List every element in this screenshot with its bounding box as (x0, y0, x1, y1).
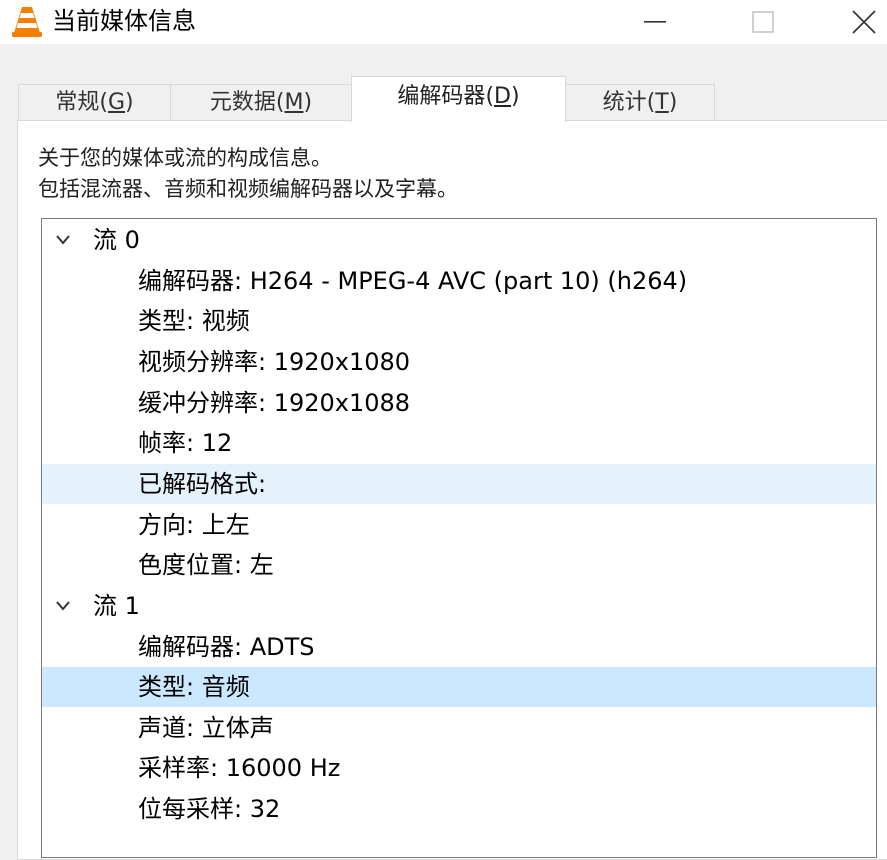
chevron-down-icon[interactable] (55, 233, 71, 247)
tree-item-text: 声道: 立体声 (138, 714, 274, 742)
window-title: 当前媒体信息 (52, 7, 196, 35)
codec-panel: 关于您的媒体或流的构成信息。 包括混流器、音频和视频编解码器以及字幕。 流 0 … (17, 120, 887, 860)
tree-item-text: 采样率: 16000 Hz (138, 754, 341, 782)
tree-item-text: 类型: 音频 (138, 673, 250, 701)
tab-metadata[interactable]: 元数据(M) (170, 84, 352, 120)
tab-mnemonic: D (494, 84, 511, 109)
maximize-icon (752, 11, 774, 33)
tab-label: 编解码器 (397, 84, 486, 109)
tree-row-hovered[interactable]: 已解码格式: (42, 464, 876, 504)
tree-row[interactable]: 采样率: 16000 Hz (42, 748, 876, 788)
tree-item-text: 位每采样: 32 (138, 795, 281, 823)
stream-label: 流 0 (93, 226, 140, 254)
tree-row[interactable]: 声道: 立体声 (42, 708, 876, 748)
tree-item-text: 色度位置: 左 (138, 551, 274, 579)
tree-row[interactable]: 编解码器: H264 - MPEG-4 AVC (part 10) (h264) (42, 261, 876, 301)
tab-general[interactable]: 常规(G) (18, 84, 171, 120)
title-bar: 当前媒体信息 (0, 0, 887, 44)
tree-row[interactable]: 位每采样: 32 (42, 789, 876, 829)
tree-item-text: 已解码格式: (138, 470, 267, 498)
tree-row-selected[interactable]: 类型: 音频 (42, 667, 876, 707)
tree-row[interactable]: 帧率: 12 (42, 423, 876, 463)
tab-label: 元数据 (209, 90, 276, 115)
minimize-button[interactable] (625, 0, 685, 44)
tab-mnemonic: G (107, 90, 126, 115)
tab-label: 统计 (602, 90, 647, 115)
codec-tree[interactable]: 流 0 编解码器: H264 - MPEG-4 AVC (part 10) (h… (41, 218, 877, 858)
tree-item-text: 方向: 上左 (138, 511, 250, 539)
tree-row[interactable]: 类型: 视频 (42, 301, 876, 341)
panel-description: 关于您的媒体或流的构成信息。 包括混流器、音频和视频编解码器以及字幕。 (38, 143, 458, 205)
vlc-cone-icon (10, 5, 44, 39)
close-icon (851, 10, 876, 34)
close-button[interactable] (840, 0, 887, 44)
tree-row[interactable]: 编解码器: ADTS (42, 627, 876, 667)
stream-label: 流 1 (93, 592, 140, 620)
tree-item-text: 编解码器: H264 - MPEG-4 AVC (part 10) (h264) (138, 267, 688, 295)
tab-statistics[interactable]: 统计(T) (565, 84, 715, 120)
chevron-down-icon[interactable] (55, 599, 71, 613)
tree-item-text: 缓冲分辨率: 1920x1088 (138, 389, 411, 417)
tree-item-text: 类型: 视频 (138, 307, 250, 335)
tree-row[interactable]: 色度位置: 左 (42, 545, 876, 585)
tree-row[interactable]: 方向: 上左 (42, 505, 876, 545)
tree-item-text: 帧率: 12 (138, 429, 233, 457)
tree-item-text: 编解码器: ADTS (138, 633, 315, 661)
tab-label: 常规 (55, 90, 100, 115)
tab-mnemonic: M (284, 90, 304, 115)
tree-row[interactable]: 视频分辨率: 1920x1080 (42, 342, 876, 382)
tree-stream-0[interactable]: 流 0 (42, 220, 876, 260)
tab-codec[interactable]: 编解码器(D) (351, 76, 566, 122)
tab-mnemonic: T (655, 90, 669, 115)
minimize-icon (644, 21, 666, 23)
tree-row[interactable]: 缓冲分辨率: 1920x1088 (42, 383, 876, 423)
tree-item-text: 视频分辨率: 1920x1080 (138, 348, 411, 376)
description-line-2: 包括混流器、音频和视频编解码器以及字幕。 (38, 177, 458, 201)
maximize-button[interactable] (733, 0, 793, 44)
tree-stream-1[interactable]: 流 1 (42, 586, 876, 626)
description-line-1: 关于您的媒体或流的构成信息。 (38, 146, 332, 170)
